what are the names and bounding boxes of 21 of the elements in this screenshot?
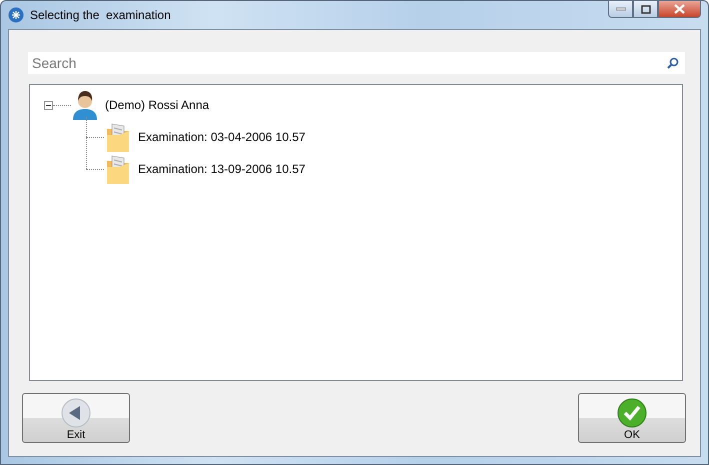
- checkmark-icon: [617, 398, 647, 428]
- exit-button[interactable]: Exit: [22, 393, 130, 443]
- search-icon[interactable]: [667, 57, 679, 69]
- person-icon: [71, 89, 99, 121]
- collapse-icon[interactable]: [44, 100, 53, 110]
- app-icon: [8, 7, 24, 23]
- tree-item[interactable]: (Demo) Rossi Anna: [105, 98, 210, 112]
- minimize-button[interactable]: [608, 0, 633, 18]
- folder-icon: [104, 121, 132, 153]
- search-field[interactable]: Search: [28, 52, 685, 74]
- close-button[interactable]: [658, 0, 701, 18]
- close-icon: [674, 4, 685, 14]
- ok-button[interactable]: OK: [578, 393, 686, 443]
- folder-icon: [104, 153, 132, 185]
- minimize-icon: [616, 7, 626, 11]
- tree-item[interactable]: Examination: 13-09-2006 10.57: [138, 162, 306, 176]
- tree-item[interactable]: Examination: 03-04-2006 10.57: [138, 130, 306, 144]
- maximize-button[interactable]: [633, 0, 658, 18]
- maximize-icon: [640, 4, 650, 14]
- window-title: Selecting the examination: [30, 8, 171, 22]
- back-icon: [61, 398, 91, 428]
